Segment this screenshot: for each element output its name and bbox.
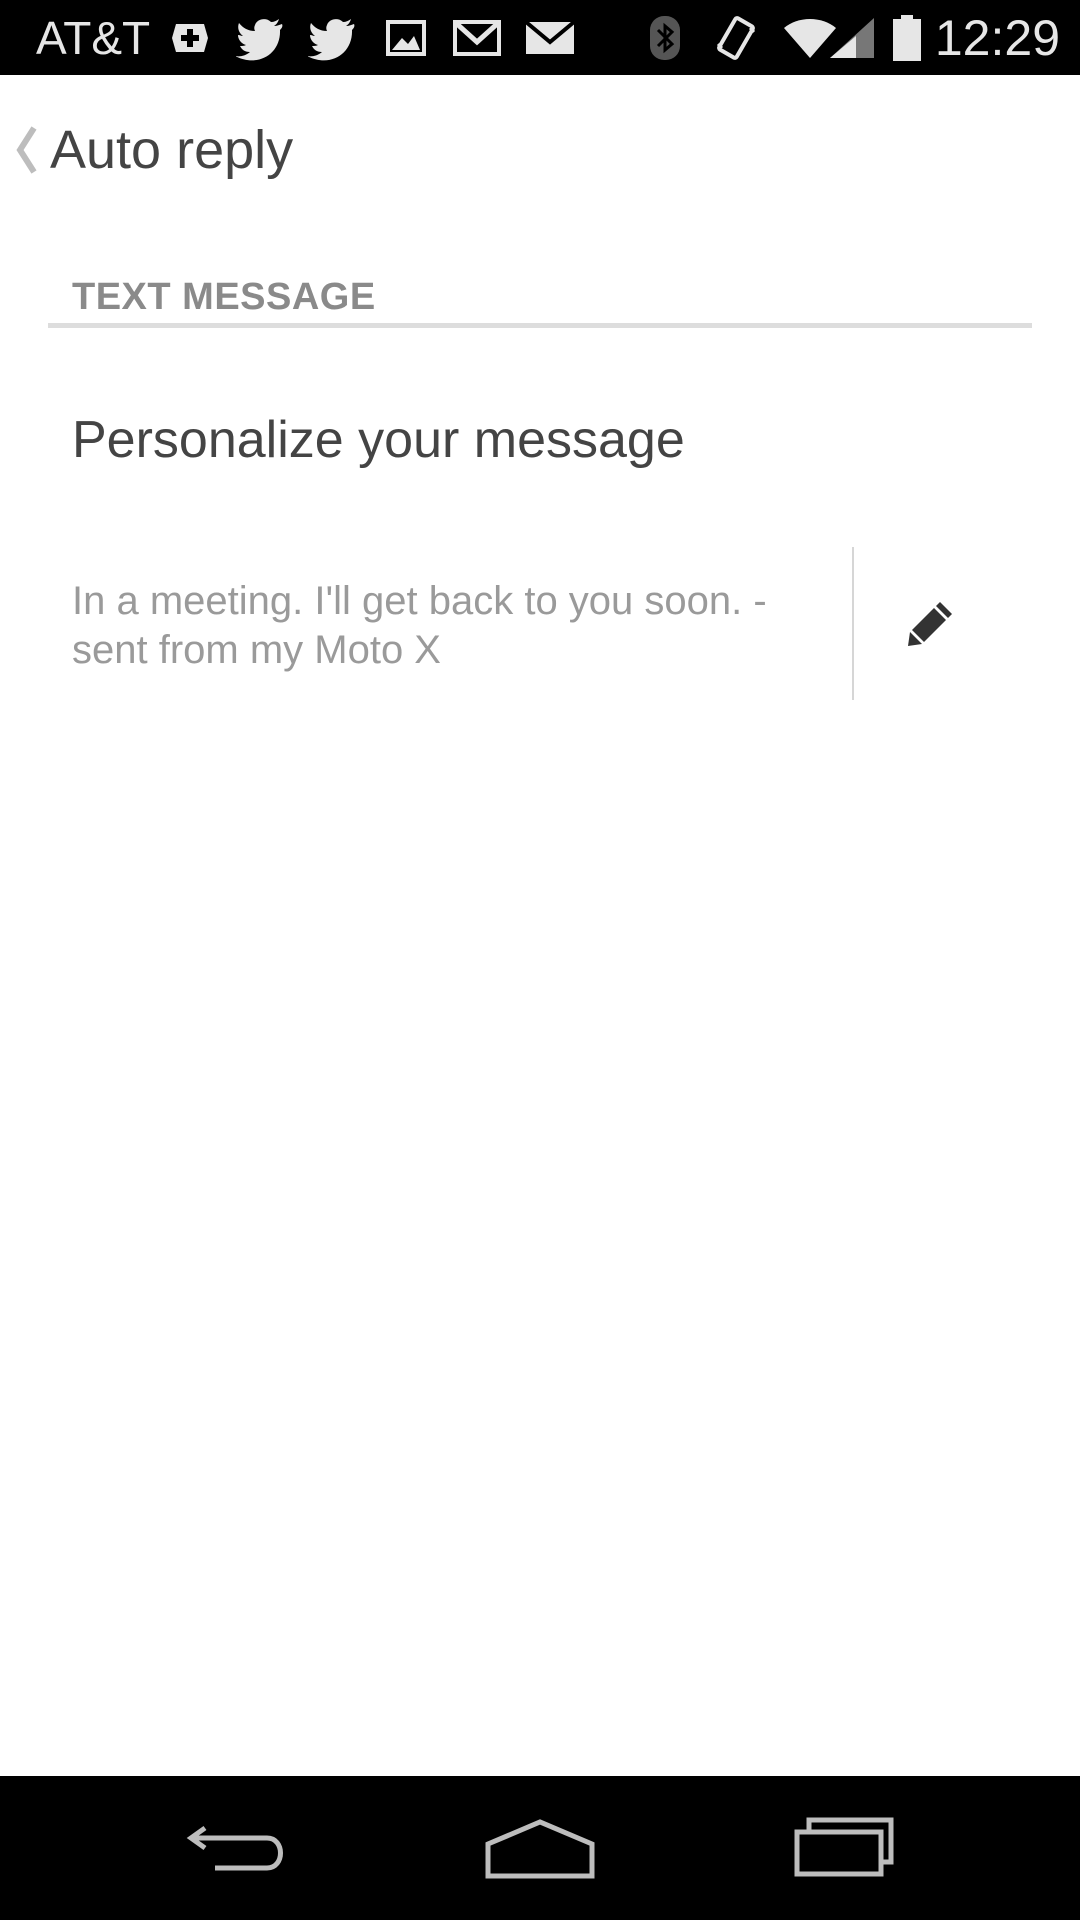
section-divider <box>48 323 1032 328</box>
email-icon <box>524 20 576 54</box>
bluetooth-icon <box>650 16 680 60</box>
pencil-icon <box>908 602 952 646</box>
recents-icon <box>794 1817 894 1877</box>
preference-title: Personalize your message <box>72 411 685 469</box>
chevron-left-icon[interactable] <box>10 120 40 180</box>
image-icon <box>386 20 426 56</box>
twitter-icon <box>308 19 355 61</box>
carrier-label: AT&T <box>36 12 151 64</box>
page-title[interactable]: Auto reply <box>50 117 293 183</box>
twitter-icon <box>236 19 283 61</box>
gmail-icon <box>453 20 501 56</box>
message-summary: In a meeting. I'll get back to you soon.… <box>72 579 767 672</box>
vertical-divider <box>852 547 854 700</box>
action-bar: Auto reply <box>0 75 1080 225</box>
section-header-text-message: TEXT MESSAGE <box>72 276 376 318</box>
battery-icon <box>893 15 921 61</box>
clock: 12:29 <box>934 10 1060 66</box>
navigation-bar <box>0 1776 1080 1920</box>
message-preference-row[interactable]: In a meeting. I'll get back to you soon.… <box>0 545 1080 700</box>
signal-icon <box>830 18 874 58</box>
health-plus-icon <box>172 24 208 52</box>
vibrate-icon <box>716 16 756 60</box>
nav-home-button[interactable] <box>440 1776 640 1920</box>
home-icon <box>485 1819 595 1879</box>
edit-message-button[interactable] <box>880 575 982 671</box>
status-bar: AT&T 12:29 <box>0 0 1080 75</box>
nav-recents-button[interactable] <box>744 1776 944 1920</box>
back-icon <box>186 1825 283 1871</box>
nav-back-button[interactable] <box>140 1776 340 1920</box>
